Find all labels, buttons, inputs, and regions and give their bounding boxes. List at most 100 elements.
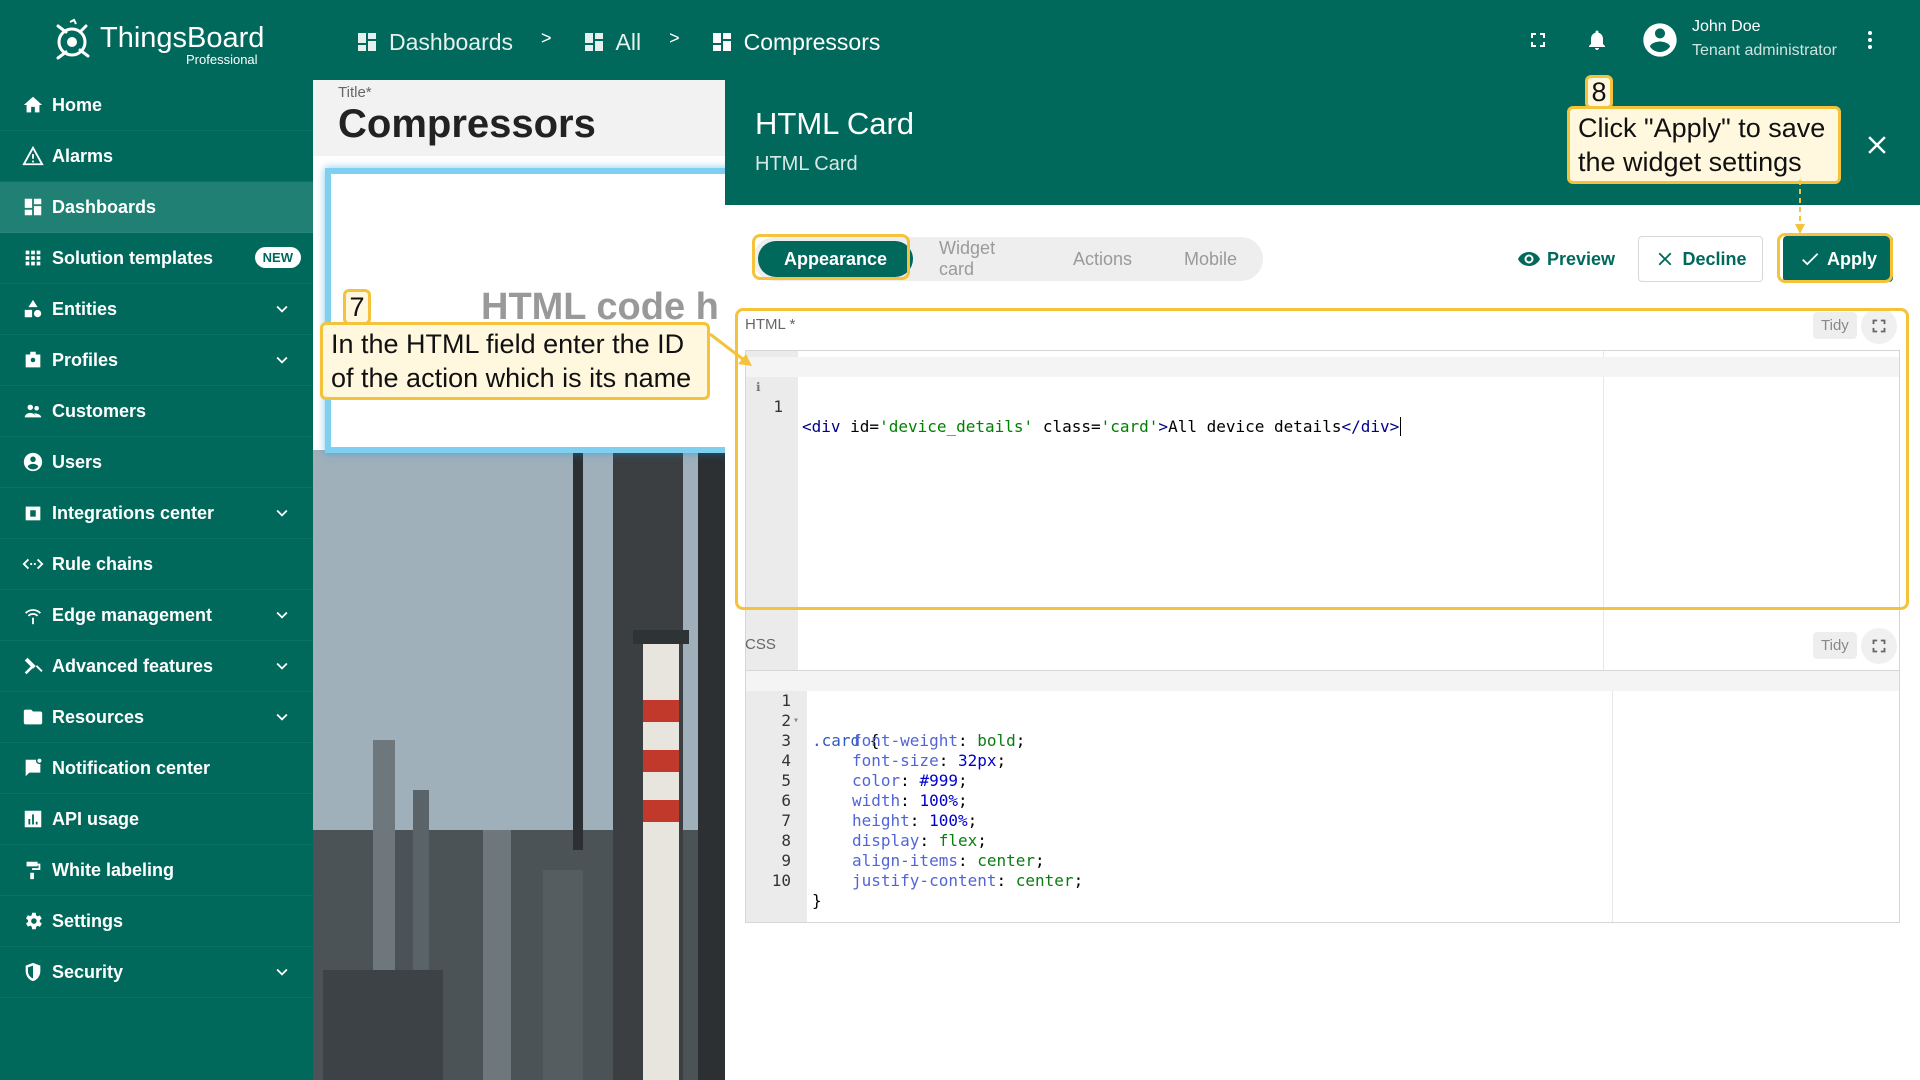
sidebar-item-users[interactable]: Users (0, 437, 313, 488)
notifications-button[interactable] (1583, 26, 1611, 54)
breadcrumb-compressors[interactable]: Compressors (710, 29, 880, 56)
step-7-line-1: In the HTML field enter the ID (331, 329, 685, 359)
account-circle-icon (1643, 23, 1677, 57)
sidebar-item-white-labeling[interactable]: White labeling (0, 845, 313, 896)
bell-icon (1589, 30, 1605, 50)
breadcrumb: Dashboards > All > Compressors (355, 22, 880, 62)
html-code-editor[interactable]: ℹ 1 <div id='device_details' class='card… (745, 350, 1900, 682)
notification-icon (22, 757, 44, 779)
code-line: 1 ▾ .card { (746, 671, 1899, 750)
decline-button[interactable]: Decline (1638, 236, 1763, 282)
code-attr-id: id= (840, 417, 880, 436)
fullscreen-icon (1531, 33, 1545, 47)
code-gt: > (1158, 417, 1169, 436)
sidebar-item-security[interactable]: Security (0, 947, 313, 998)
sidebar-item-label: Integrations center (52, 502, 215, 523)
sidebar-item-label: Advanced features (52, 655, 214, 676)
sidebar-item-label: Profiles (52, 349, 119, 370)
sidebar-item-edge-management[interactable]: Edge management (0, 590, 313, 641)
css-value: center (1015, 871, 1074, 890)
sidebar-item-settings[interactable]: Settings (0, 896, 313, 947)
refinery-background-image (313, 450, 725, 1080)
rule-chains-icon (22, 553, 44, 575)
thingsboard-logo-icon (56, 18, 90, 60)
print-margin (1603, 351, 1604, 681)
dashboard-title-field[interactable]: Title* Compressors (313, 80, 725, 156)
css-fullscreen-button[interactable] (1861, 628, 1897, 664)
logo-text: ThingsBoard (100, 22, 265, 54)
sidebar-item-customers[interactable]: Customers (0, 386, 313, 437)
sidebar-item-alarms[interactable]: Alarms (0, 131, 313, 182)
sidebar-item-dashboards[interactable]: Dashboards (0, 182, 313, 233)
more-menu-button[interactable] (1856, 26, 1884, 54)
new-badge: NEW (254, 247, 301, 268)
step-7-callout: In the HTML field enter the ID of the ac… (320, 322, 710, 400)
home-icon (22, 94, 44, 116)
panel-subtitle: HTML Card (755, 153, 858, 175)
paint-roller-icon (22, 859, 44, 881)
sidebar-item-resources[interactable]: Resources (0, 692, 313, 743)
sidebar-item-label: Dashboards (52, 196, 157, 217)
gear-icon (22, 910, 44, 932)
preview-label: Preview (1547, 248, 1616, 269)
tab-widget-card[interactable]: Widget card (913, 238, 1047, 279)
sidebar-item-profiles[interactable]: Profiles (0, 335, 313, 386)
sidebar-item-api-usage[interactable]: API usage (0, 794, 313, 845)
code-value-id: 'device_details' (879, 417, 1034, 436)
panel-title: HTML Card (755, 106, 915, 141)
sidebar-item-label: Edge management (52, 604, 213, 625)
close-button[interactable] (1862, 130, 1892, 160)
code-text: All device details (1168, 417, 1342, 436)
sidebar-item-label: White labeling (52, 859, 175, 880)
warning-icon (22, 145, 44, 167)
html-fullscreen-button[interactable] (1861, 308, 1897, 344)
css-tidy-button[interactable]: Tidy (1813, 632, 1857, 659)
sidebar-item-solution-templates[interactable]: Solution templates NEW (0, 233, 313, 284)
html-tidy-button[interactable]: Tidy (1813, 312, 1857, 339)
tab-appearance[interactable]: Appearance (758, 241, 914, 277)
breadcrumb-separator: > (541, 27, 552, 48)
chevron-down-icon (276, 305, 288, 313)
sidebar-item-label: Alarms (52, 145, 114, 166)
sidebar: Home Alarms Dashboards Solution template… (0, 80, 313, 1080)
step-8-line-1: Click "Apply" to save (1578, 113, 1826, 143)
entities-icon (22, 298, 44, 320)
line-number: 1 (773, 397, 783, 416)
sidebar-item-label: Solution templates (52, 247, 214, 268)
breadcrumb-dashboards[interactable]: Dashboards (355, 29, 513, 56)
sidebar-item-notification-center[interactable]: Notification center (0, 743, 313, 794)
dashboard-canvas: Title* Compressors HTML code h (313, 80, 725, 1080)
chevron-down-icon (276, 662, 288, 670)
breadcrumb-all[interactable]: All (582, 29, 641, 56)
logo[interactable]: ThingsBoard Professional (50, 16, 280, 68)
fullscreen-button[interactable] (1524, 26, 1552, 54)
avatar[interactable] (1640, 20, 1680, 60)
step-8-callout: Click "Apply" to save the widget setting… (1567, 106, 1841, 184)
dashboard-icon (22, 196, 44, 218)
sidebar-item-label: API usage (52, 808, 140, 829)
apps-icon (22, 247, 44, 269)
code-line: 9 justify-content: center; (746, 831, 1899, 890)
sidebar-item-label: Rule chains (52, 553, 154, 574)
preview-button[interactable]: Preview (1517, 237, 1615, 281)
sidebar-item-integrations-center[interactable]: Integrations center (0, 488, 313, 539)
code-line: 6 height: 100%; (746, 771, 1899, 830)
step-8-connector (1795, 180, 1805, 234)
chevron-down-icon (276, 356, 288, 364)
sidebar-item-entities[interactable]: Entities (0, 284, 313, 335)
sidebar-item-home[interactable]: Home (0, 80, 313, 131)
apply-button[interactable]: Apply (1783, 236, 1893, 282)
sidebar-item-label: Users (52, 451, 103, 472)
tab-actions[interactable]: Actions (1047, 241, 1158, 277)
step-7-line-2: of the action which is its name (331, 363, 692, 393)
css-code-editor[interactable]: 1 ▾ .card { 2 font-weight: bold; 3 font-… (745, 670, 1900, 923)
sidebar-item-advanced-features[interactable]: Advanced features (0, 641, 313, 692)
decline-label: Decline (1682, 248, 1747, 269)
chevron-down-icon (276, 968, 288, 976)
html-card-widget[interactable]: HTML code h (325, 168, 725, 453)
sidebar-item-label: Home (52, 94, 103, 115)
tab-mobile[interactable]: Mobile (1158, 241, 1263, 277)
step-8-line-2: the widget settings (1578, 147, 1802, 177)
dashboard-title: Compressors (338, 102, 596, 146)
sidebar-item-rule-chains[interactable]: Rule chains (0, 539, 313, 590)
